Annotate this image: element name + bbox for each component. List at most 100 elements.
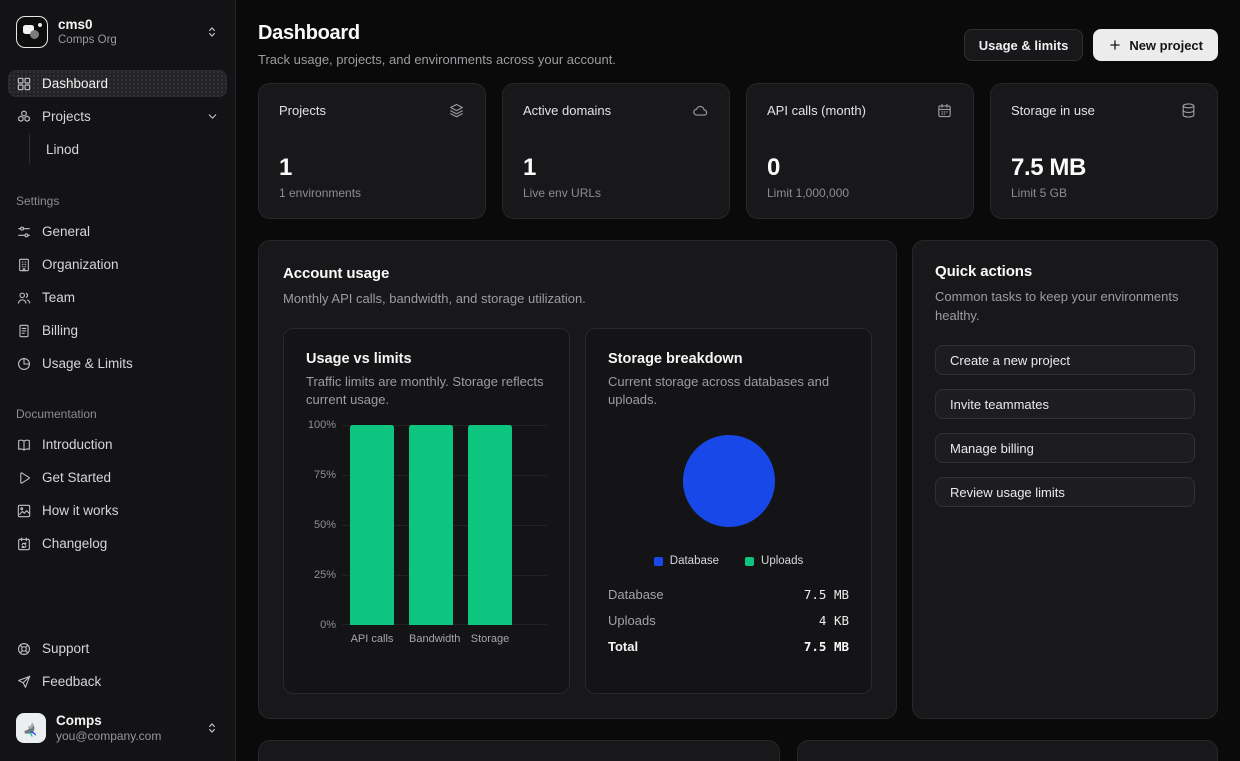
plus-icon <box>1108 38 1122 52</box>
pie-legend: Database Uploads <box>608 555 849 567</box>
manage-billing-button[interactable]: Manage billing <box>935 433 1195 463</box>
sidebar-docs-nav: Introduction Get Started How it works Ch… <box>8 431 227 563</box>
user-meta: Comps you@company.com <box>56 713 195 743</box>
sidebar-item-changelog[interactable]: Changelog <box>8 530 227 557</box>
docs-section-label: Documentation <box>8 407 227 421</box>
stat-title: Storage in use <box>1011 103 1095 118</box>
stat-caption: Limit 5 GB <box>1011 186 1197 200</box>
stat-caption: Limit 1,000,000 <box>767 186 953 200</box>
middle-row: Account usage Monthly API calls, bandwid… <box>258 240 1218 719</box>
chevrons-up-down-icon[interactable] <box>205 25 219 39</box>
stat-value: 1 <box>523 154 709 182</box>
review-usage-limits-button[interactable]: Review usage limits <box>935 477 1195 507</box>
page-subtitle: Track usage, projects, and environments … <box>258 52 616 67</box>
usage-limits-button[interactable]: Usage & limits <box>964 29 1084 61</box>
bar-chart-x-labels: API calls Bandwidth Storage <box>342 633 547 645</box>
x-label-bandwidth: Bandwidth <box>409 633 453 645</box>
new-project-button[interactable]: New project <box>1093 29 1218 61</box>
chevron-down-icon[interactable] <box>206 110 219 123</box>
sidebar-item-how-it-works[interactable]: How it works <box>8 497 227 524</box>
usage-bar-chart: 100% 75% 50% 25% 0% <box>306 425 547 625</box>
create-project-button[interactable]: Create a new project <box>935 345 1195 375</box>
sidebar-item-introduction[interactable]: Introduction <box>8 431 227 458</box>
stat-card-storage: Storage in use 7.5 MB Limit 5 GB <box>990 83 1218 219</box>
storage-table: Database 7.5 MB Uploads 4 KB Total 7.5 M… <box>608 581 849 659</box>
sidebar-item-general[interactable]: General <box>8 218 227 245</box>
legend-label: Uploads <box>761 555 803 567</box>
user-name: Comps <box>56 713 195 729</box>
page-title: Dashboard <box>258 22 616 45</box>
sidebar-item-feedback[interactable]: Feedback <box>8 668 227 695</box>
quick-actions-title: Quick actions <box>935 263 1195 280</box>
sidebar-item-label: Changelog <box>42 536 107 551</box>
main-content: Dashboard Track usage, projects, and env… <box>236 0 1240 761</box>
users-icon <box>16 290 32 306</box>
page-header: Dashboard Track usage, projects, and env… <box>258 22 1218 67</box>
database-icon <box>1180 102 1197 119</box>
workspace-switcher[interactable]: cms0 Comps Org <box>8 12 227 52</box>
sidebar-item-linod[interactable]: Linod <box>8 136 227 162</box>
account-usage-card: Account usage Monthly API calls, bandwid… <box>258 240 897 719</box>
stat-card-active-domains: Active domains 1 Live env URLs <box>502 83 730 219</box>
stat-title: Projects <box>279 103 326 118</box>
life-buoy-icon <box>16 641 32 657</box>
stat-title: API calls (month) <box>767 103 866 118</box>
sidebar-item-label: Organization <box>42 257 119 272</box>
account-usage-subtitle: Monthly API calls, bandwidth, and storag… <box>283 289 872 308</box>
sidebar-item-projects[interactable]: Projects <box>8 103 227 130</box>
sidebar-item-label: Get Started <box>42 470 111 485</box>
cloud-icon <box>692 102 709 119</box>
quick-actions-list: Create a new project Invite teammates Ma… <box>935 345 1195 507</box>
chevrons-up-down-icon[interactable] <box>205 721 219 735</box>
sidebar-item-label: Linod <box>46 142 79 157</box>
y-tick-100: 100% <box>308 419 336 431</box>
usage-limits-button-label: Usage & limits <box>979 38 1069 53</box>
sidebar-item-get-started[interactable]: Get Started <box>8 464 227 491</box>
invite-teammates-button[interactable]: Invite teammates <box>935 389 1195 419</box>
sidebar: cms0 Comps Org Dashboard Projects Linod <box>0 0 236 761</box>
sidebar-footer: Support Feedback Comps you@company.com <box>8 635 227 749</box>
workspace-name: cms0 <box>58 17 195 33</box>
table-row: Uploads 4 KB <box>608 607 849 633</box>
stat-value: 7.5 MB <box>1011 154 1197 182</box>
row-value: 4 KB <box>819 613 849 628</box>
workspace-meta: cms0 Comps Org <box>58 17 195 47</box>
legend-label: Database <box>670 555 719 567</box>
sidebar-item-billing[interactable]: Billing <box>8 317 227 344</box>
sidebar-item-label: General <box>42 224 90 239</box>
legend-item-database: Database <box>654 555 719 567</box>
sidebar-item-dashboard[interactable]: Dashboard <box>8 70 227 97</box>
x-label-storage: Storage <box>468 633 512 645</box>
sidebar-item-label: Usage & Limits <box>42 356 133 371</box>
sidebar-item-label: Support <box>42 641 89 656</box>
sidebar-item-label: Team <box>42 290 75 305</box>
sidebar-item-organization[interactable]: Organization <box>8 251 227 278</box>
settings-section-label: Settings <box>8 194 227 208</box>
bar-bandwidth <box>409 425 453 625</box>
legend-item-uploads: Uploads <box>745 555 803 567</box>
quick-actions-card: Quick actions Common tasks to keep your … <box>912 240 1218 719</box>
database-swatch <box>654 557 663 566</box>
play-icon <box>16 470 32 486</box>
stats-row: Projects 1 1 environments Active domains… <box>258 83 1218 219</box>
send-icon <box>16 674 32 690</box>
row-value: 7.5 MB <box>804 639 849 654</box>
sidebar-item-team[interactable]: Team <box>8 284 227 311</box>
layers-icon <box>448 102 465 119</box>
stat-value: 0 <box>767 154 953 182</box>
sidebar-main-nav: Dashboard Projects Linod <box>8 70 227 168</box>
sidebar-item-support[interactable]: Support <box>8 635 227 662</box>
sidebar-item-label: Dashboard <box>42 76 108 91</box>
bar-chart-plot <box>342 425 547 625</box>
storage-breakdown-subtitle: Current storage across databases and upl… <box>608 373 849 409</box>
usage-vs-limits-card: Usage vs limits Traffic limits are month… <box>283 328 570 694</box>
sidebar-item-label: How it works <box>42 503 119 518</box>
header-actions: Usage & limits New project <box>964 29 1218 61</box>
image-icon <box>16 503 32 519</box>
sidebar-item-usage-limits[interactable]: Usage & Limits <box>8 350 227 377</box>
y-tick-50: 50% <box>314 519 336 531</box>
user-menu[interactable]: Comps you@company.com <box>8 707 227 749</box>
workspace-logo <box>16 16 48 48</box>
sliders-icon <box>16 224 32 240</box>
sidebar-settings-nav: General Organization Team Billing Usage … <box>8 218 227 383</box>
